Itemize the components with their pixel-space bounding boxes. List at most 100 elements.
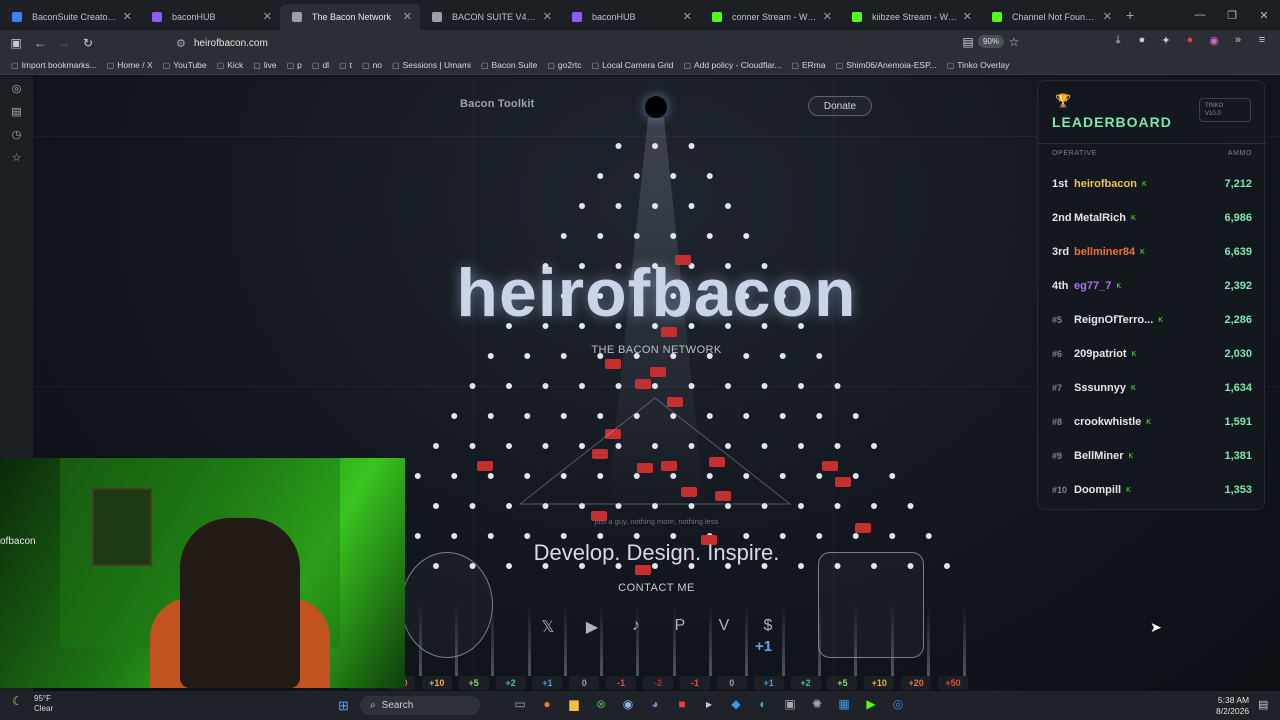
leaderboard-row[interactable]: 1st heirofbacon K 7,212 [1052, 174, 1252, 194]
tab-close-icon[interactable]: ✕ [403, 10, 412, 23]
tab-2[interactable]: The Bacon Network ✕ [280, 4, 420, 30]
tab-close-icon[interactable]: ✕ [823, 10, 832, 23]
chevron-right-icon[interactable]: » [1230, 34, 1246, 47]
tab-close-icon[interactable]: ✕ [683, 10, 692, 23]
zoom-level[interactable]: 90% [978, 35, 1005, 48]
minimize-icon[interactable]: — [1184, 9, 1216, 21]
sidebar-toggle-icon[interactable]: ▣ [4, 36, 28, 50]
column-ammo: AMMO [1227, 150, 1252, 157]
tab-4[interactable]: baconHUB ✕ [560, 4, 700, 30]
collections-icon[interactable]: ▤ [11, 105, 21, 118]
address-bar[interactable]: ⚙ heirofbacon.com [176, 33, 1026, 53]
cashapp-icon[interactable]: $ [756, 617, 780, 637]
forward-icon[interactable]: → [52, 36, 76, 50]
venmo-icon[interactable]: V [712, 617, 736, 637]
leaderboard-row[interactable]: #8 crookwhistle K 1,591 [1052, 412, 1252, 432]
bookmark-item[interactable]: ▢ Shim06/Anemoia-ESP... [833, 60, 940, 70]
firefox-icon[interactable]: ● [539, 697, 555, 713]
radar-icon[interactable]: ◎ [12, 82, 22, 95]
leaderboard-row[interactable]: #6 209patriot K 2,030 [1052, 344, 1252, 364]
extension-icon[interactable]: ● [1134, 34, 1150, 47]
patreon-icon[interactable]: P [668, 617, 692, 637]
bucket-wall [854, 604, 858, 676]
discord-icon[interactable]: ◕ [647, 697, 663, 713]
new-tab-icon[interactable]: + [1126, 7, 1134, 23]
xbox-icon[interactable]: ⊗ [593, 697, 609, 713]
bookmark-item[interactable]: ▢ Kick [214, 60, 247, 70]
leaderboard-row[interactable]: 4th eg77_7 K 2,392 [1052, 276, 1252, 296]
tab-1[interactable]: baconHUB ✕ [140, 4, 280, 30]
profile-icon[interactable]: ◉ [1206, 34, 1222, 47]
bookmark-item[interactable]: ▢ ERma [788, 60, 828, 70]
chrome-icon[interactable]: ◎ [890, 697, 906, 713]
windows-start-icon[interactable]: ⊞ [338, 698, 352, 713]
bookmark-item[interactable]: ▢ Import bookmarks... [8, 60, 100, 70]
bookmark-item[interactable]: ▢ Sessions | Umami [389, 60, 474, 70]
favorites-icon[interactable]: ☆ [12, 151, 22, 164]
reader-icon[interactable]: ▤ [956, 35, 980, 49]
record-icon[interactable]: ● [1182, 34, 1198, 47]
chatgpt-icon[interactable]: ✺ [809, 697, 825, 713]
back-icon[interactable]: ← [28, 36, 52, 50]
leaderboard-row[interactable]: #10 Doompill K 1,353 [1052, 480, 1252, 500]
tab-5[interactable]: conner Stream - Watch Live ✕ [700, 4, 840, 30]
tab-close-icon[interactable]: ✕ [543, 10, 552, 23]
steam-icon[interactable]: ◉ [620, 697, 636, 713]
terminal-icon[interactable]: ▸ [701, 697, 717, 713]
bookmark-item[interactable]: ▢ Bacon Suite [478, 60, 540, 70]
tab-0[interactable]: BaconSuite Creator Dashboard ✕ [0, 4, 140, 30]
leaderboard-row[interactable]: #7 Sssunnyy K 1,634 [1052, 378, 1252, 398]
tab-7[interactable]: Channel Not Found - Kick S ✕ [980, 4, 1120, 30]
tab-close-icon[interactable]: ✕ [123, 10, 132, 23]
puzzle-icon[interactable]: ✦ [1158, 34, 1174, 47]
leaderboard-row[interactable]: 3rd bellminer84 K 6,639 [1052, 242, 1252, 262]
maximize-icon[interactable]: ❐ [1216, 9, 1248, 22]
peg [560, 413, 567, 419]
tab-close-icon[interactable]: ✕ [963, 10, 972, 23]
kick-icon[interactable]: ▶ [863, 697, 879, 713]
app-icon[interactable]: ■ [674, 697, 690, 713]
peg [633, 533, 640, 539]
tab-close-icon[interactable]: ✕ [1103, 10, 1112, 23]
taskbar-clock[interactable]: 5:38 AM 8/2/2026 [1216, 695, 1249, 717]
app-icon[interactable]: ▦ [836, 697, 852, 713]
donate-button[interactable]: Donate [808, 96, 872, 116]
menu-icon[interactable]: ≡ [1254, 34, 1270, 47]
leaderboard-row[interactable]: 2nd MetalRich K 6,986 [1052, 208, 1252, 228]
tab-close-icon[interactable]: ✕ [263, 10, 272, 23]
file-explorer-icon[interactable]: ▆ [566, 697, 582, 713]
toolkit-link[interactable]: Bacon Toolkit [460, 98, 535, 110]
history-icon[interactable]: ◷ [12, 128, 22, 141]
bookmark-item[interactable]: ▢ t [336, 60, 355, 70]
leaderboard-row[interactable]: #5 ReignOfTerro... K 2,286 [1052, 310, 1252, 330]
tab-6[interactable]: kiibzee Stream - Watch Live ✕ [840, 4, 980, 30]
bookmark-item[interactable]: ▢ no [359, 60, 385, 70]
taskbar-search[interactable]: ⌕ Search [360, 696, 480, 715]
bookmark-star-icon[interactable]: ☆ [1002, 35, 1026, 49]
site-info-icon[interactable]: ⚙ [176, 37, 186, 50]
bookmark-item[interactable]: ▢ dl [309, 60, 332, 70]
app-icon[interactable]: ▣ [782, 697, 798, 713]
drop-orb[interactable] [645, 96, 667, 118]
bookmark-item[interactable]: ▢ Local Camera Grid [589, 60, 677, 70]
bookmark-item[interactable]: ▢ Home / X [104, 60, 156, 70]
taskbar-apps: ▭ ● ▆ ⊗ ◉ ◕ ■ ▸ ◆ ◐ ▣ ✺ ▦ ▶ ◎ [512, 697, 906, 713]
vscode-icon[interactable]: ◆ [728, 697, 744, 713]
edge-icon[interactable]: ◐ [755, 697, 771, 713]
reload-icon[interactable]: ↻ [76, 36, 100, 50]
bookmark-item[interactable]: ▢ go2rtc [544, 60, 584, 70]
notification-icon[interactable]: ▤ [1258, 698, 1268, 711]
bookmark-item[interactable]: ▢ Add policy - Cloudflar... [680, 60, 784, 70]
weather-widget[interactable]: ☾ 95°F Clear [12, 694, 53, 714]
tab-3[interactable]: BACON SUITE V4 // COMMA ✕ [420, 4, 560, 30]
leaderboard-row[interactable]: #9 BellMiner K 1,381 [1052, 446, 1252, 466]
taskview-icon[interactable]: ▭ [512, 697, 528, 713]
bookmark-item[interactable]: ▢ live [250, 60, 279, 70]
bookmark-item[interactable]: ▢ Tinko Overlay [944, 60, 1013, 70]
peg [779, 413, 786, 419]
x-icon[interactable]: 𝕏 [536, 617, 560, 637]
bookmark-item[interactable]: ▢ YouTube [160, 60, 210, 70]
close-window-icon[interactable]: ✕ [1248, 9, 1280, 22]
bookmark-item[interactable]: ▢ p [284, 60, 305, 70]
download-icon[interactable]: ⤓ [1110, 34, 1126, 47]
